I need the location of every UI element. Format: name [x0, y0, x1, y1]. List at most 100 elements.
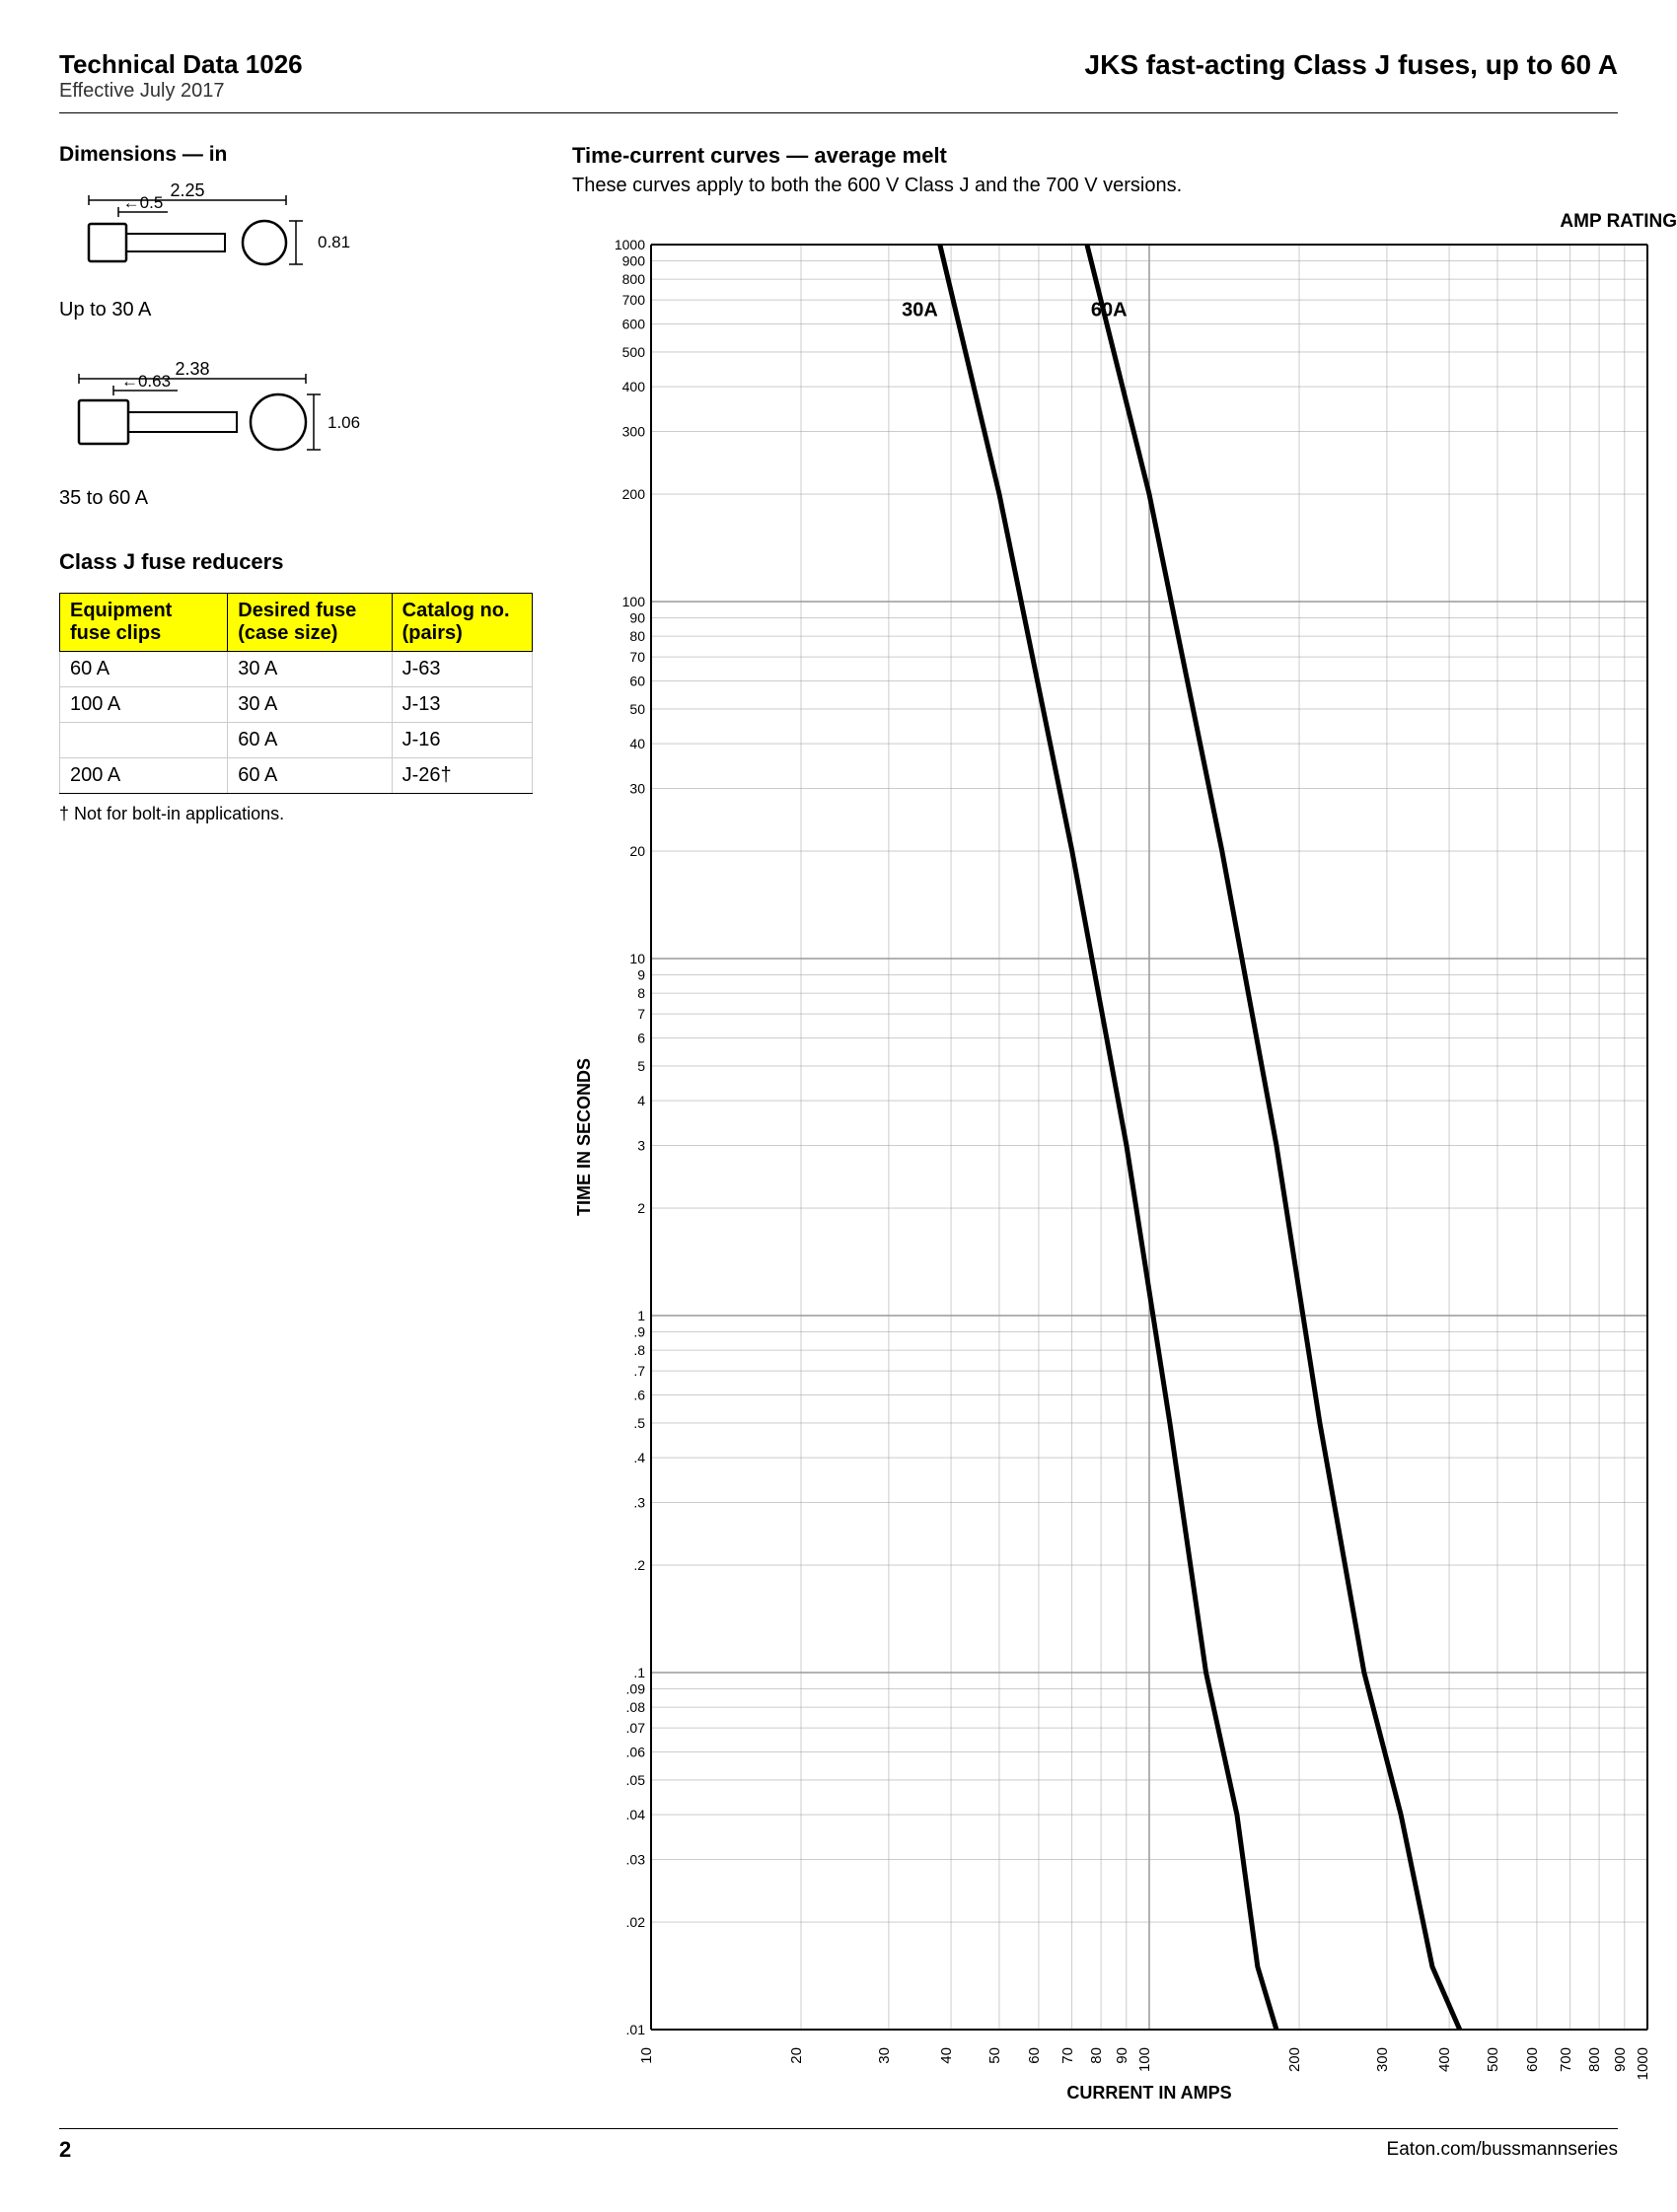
col-header-fuse: Desired fuse (case size) [228, 594, 392, 652]
table-cell: 60 A [228, 723, 392, 758]
svg-text:1: 1 [637, 1308, 645, 1323]
svg-text:.9: .9 [633, 1324, 645, 1340]
svg-text:.04: .04 [626, 1807, 646, 1822]
svg-text:1000: 1000 [615, 237, 645, 252]
amp-rating-label: AMP RATING [1560, 211, 1677, 233]
svg-text:.07: .07 [626, 1720, 646, 1736]
table-section: Class J fuse reducers Equipment fuse cli… [59, 549, 533, 824]
table-row: 200 A60 AJ-26† [60, 758, 533, 794]
table-cell [60, 723, 228, 758]
svg-text:600: 600 [622, 316, 646, 331]
table-row: 100 A30 AJ-13 [60, 687, 533, 723]
table-cell: J-26† [392, 758, 532, 794]
svg-text:100: 100 [622, 594, 646, 609]
svg-text:80: 80 [629, 628, 645, 644]
footer-website: Eaton.com/bussmannseries [1387, 2139, 1618, 2161]
table-row: 60 AJ-16 [60, 723, 533, 758]
table-cell: J-13 [392, 687, 532, 723]
svg-text:900: 900 [622, 253, 646, 269]
svg-text:.2: .2 [633, 1557, 645, 1573]
svg-text:CURRENT IN AMPS: CURRENT IN AMPS [1066, 2083, 1231, 2103]
svg-text:30: 30 [876, 2047, 893, 2064]
svg-text:.09: .09 [626, 1681, 646, 1697]
svg-text:400: 400 [1436, 2047, 1453, 2072]
fuse-reducers-table: Equipment fuse clips Desired fuse (case … [59, 593, 533, 794]
svg-text:20: 20 [629, 843, 645, 859]
svg-text:.5: .5 [633, 1415, 645, 1431]
svg-text:500: 500 [622, 344, 646, 360]
svg-text:200: 200 [622, 486, 646, 502]
left-panel: Dimensions — in 2.25 ←0.5 [59, 143, 572, 2108]
svg-text:TIME IN SECONDS: TIME IN SECONDS [574, 1058, 594, 1216]
svg-text:1.06: 1.06 [328, 413, 360, 432]
svg-text:←0.63: ←0.63 [121, 372, 171, 391]
svg-text:.03: .03 [626, 1851, 646, 1867]
table-cell: J-16 [392, 723, 532, 758]
svg-text:0.81: 0.81 [318, 233, 350, 251]
svg-text:.4: .4 [633, 1450, 645, 1465]
table-cell: 100 A [60, 687, 228, 723]
table-section-title: Class J fuse reducers [59, 549, 533, 575]
svg-text:4: 4 [637, 1093, 645, 1108]
svg-text:30A: 30A [902, 299, 938, 321]
table-cell: J-63 [392, 652, 532, 687]
svg-text:600: 600 [1524, 2047, 1541, 2072]
svg-text:50: 50 [629, 701, 645, 717]
main-title: JKS fast-acting Class J fuses, up to 60 … [1085, 49, 1618, 81]
svg-text:.7: .7 [633, 1363, 645, 1379]
chart-subtitle: These curves apply to both the 600 V Cla… [572, 175, 1677, 197]
diagram2-label: 35 to 60 A [59, 487, 533, 510]
page-footer: 2 Eaton.com/bussmannseries [59, 2128, 1618, 2163]
diagram2-svg: 2.38 ←0.63 1.06 [59, 361, 414, 479]
table-cell: 30 A [228, 652, 392, 687]
svg-text:300: 300 [622, 423, 646, 439]
table-cell: 30 A [228, 687, 392, 723]
svg-text:60: 60 [1026, 2047, 1043, 2064]
table-cell: 60 A [60, 652, 228, 687]
svg-text:.05: .05 [626, 1772, 646, 1788]
dimensions-label: Dimensions — in [59, 143, 533, 167]
chart-area: 1000900800700600500400300200100908070605… [572, 235, 1677, 2108]
svg-text:80: 80 [1088, 2047, 1105, 2064]
svg-text:40: 40 [938, 2047, 955, 2064]
svg-text:700: 700 [622, 292, 646, 308]
svg-text:←0.5: ←0.5 [123, 193, 164, 212]
diagram-up-to-30a: 2.25 ←0.5 0.81 [59, 182, 533, 321]
svg-text:70: 70 [1059, 2047, 1076, 2064]
table-row: 60 A30 AJ-63 [60, 652, 533, 687]
col-header-clips: Equipment fuse clips [60, 594, 228, 652]
chart-wrapper: AMP RATING 10009008007006005004003002001… [572, 211, 1677, 2108]
diagram1-label: Up to 30 A [59, 299, 533, 321]
svg-text:500: 500 [1485, 2047, 1501, 2072]
svg-text:6: 6 [637, 1030, 645, 1045]
svg-text:30: 30 [629, 780, 645, 796]
svg-text:50: 50 [986, 2047, 1003, 2064]
main-content: Dimensions — in 2.25 ←0.5 [59, 143, 1618, 2108]
svg-text:5: 5 [637, 1058, 645, 1074]
svg-text:800: 800 [622, 271, 646, 287]
svg-text:800: 800 [1586, 2047, 1603, 2072]
svg-text:2.25: 2.25 [170, 182, 204, 200]
time-current-chart: 1000900800700600500400300200100908070605… [572, 235, 1677, 2108]
svg-text:2.38: 2.38 [175, 361, 209, 379]
svg-text:200: 200 [1286, 2047, 1303, 2072]
footnote: † Not for bolt-in applications. [59, 804, 533, 824]
svg-text:3: 3 [637, 1137, 645, 1153]
doc-subtitle: Effective July 2017 [59, 80, 303, 103]
page: Technical Data 1026 Effective July 2017 … [0, 0, 1677, 2212]
svg-text:.01: .01 [626, 2022, 646, 2037]
svg-text:100: 100 [1136, 2047, 1153, 2072]
svg-text:90: 90 [629, 610, 645, 626]
header-left: Technical Data 1026 Effective July 2017 [59, 49, 303, 103]
svg-text:2: 2 [637, 1200, 645, 1216]
svg-text:.8: .8 [633, 1342, 645, 1358]
table-cell: 60 A [228, 758, 392, 794]
svg-text:8: 8 [637, 985, 645, 1001]
page-header: Technical Data 1026 Effective July 2017 … [59, 49, 1618, 113]
diagram-35-to-60a: 2.38 ←0.63 1.06 35 t [59, 361, 533, 510]
chart-title: Time-current curves — average melt [572, 143, 1677, 169]
svg-text:70: 70 [629, 649, 645, 665]
svg-text:1000: 1000 [1635, 2047, 1651, 2080]
diagram1-svg: 2.25 ←0.5 0.81 [59, 182, 395, 291]
svg-text:400: 400 [622, 379, 646, 394]
